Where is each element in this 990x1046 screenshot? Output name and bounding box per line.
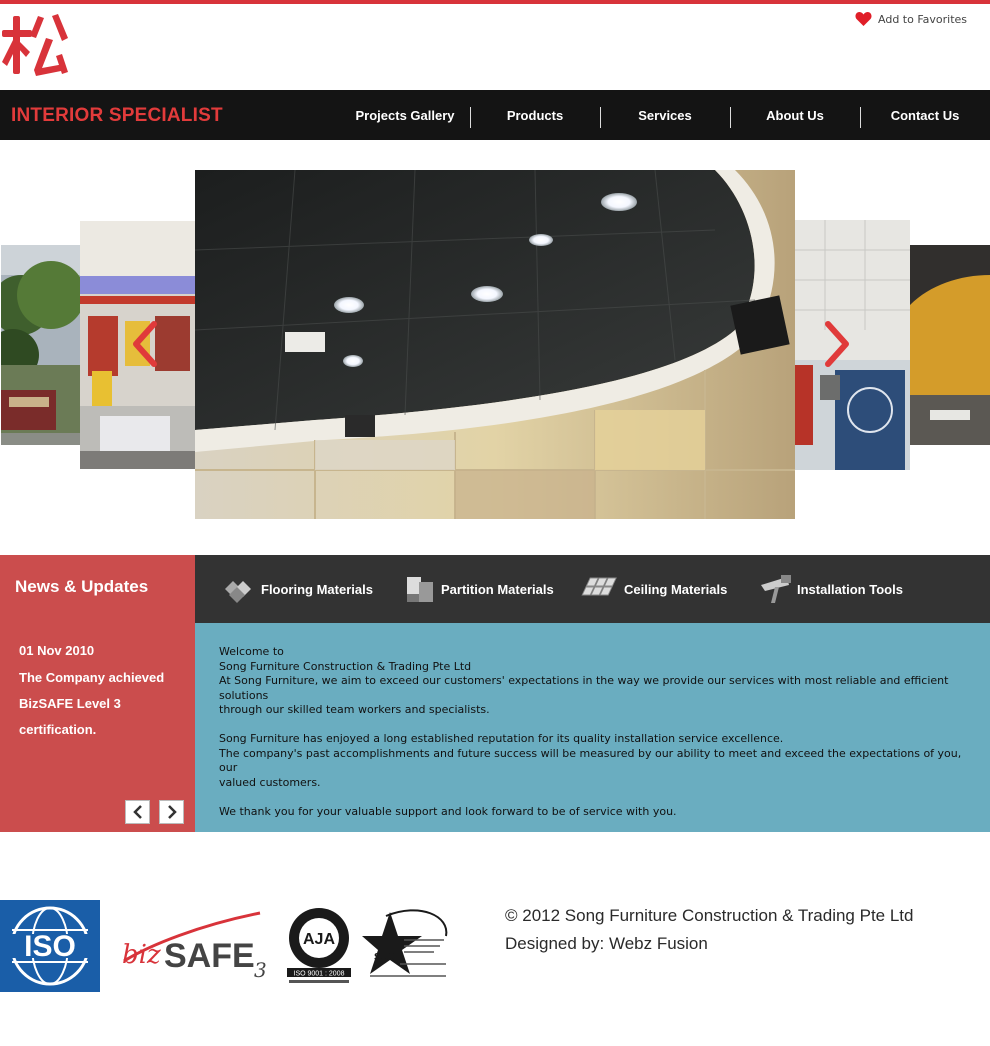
welcome-text: Welcome to Song Furniture Construction &… [219, 645, 964, 819]
designer-credit[interactable]: Designed by: Webz Fusion [505, 930, 913, 958]
chevron-right-icon [167, 805, 177, 819]
product-category-bar: Flooring Materials Partition Materials C… [195, 555, 990, 623]
bizsafe-logo: biz SAFE 3 [122, 911, 267, 980]
nav-products[interactable]: Products [470, 90, 600, 140]
nav-contact-us[interactable]: Contact Us [860, 90, 990, 140]
news-date: 01 Nov 2010 [19, 643, 95, 658]
category-flooring-label: Flooring Materials [261, 581, 373, 597]
welcome-paragraph: Song Furniture has enjoyed a long establ… [219, 732, 784, 745]
nav-divider [470, 107, 471, 128]
welcome-paragraph: We thank you for your valuable support a… [219, 804, 677, 818]
category-tools-label: Installation Tools [797, 581, 903, 597]
tools-icon [761, 575, 791, 603]
category-partition-label: Partition Materials [441, 581, 554, 597]
nav-divider [600, 107, 601, 128]
project-image-carousel [0, 160, 990, 530]
news-header: News & Updates [0, 555, 195, 623]
iso-logo-text: ISO [24, 930, 76, 963]
welcome-line: Welcome to [219, 645, 284, 658]
carousel-slide-outdoor[interactable] [1, 245, 81, 445]
flooring-icon [225, 581, 251, 603]
company-logo[interactable] [0, 12, 70, 78]
welcome-paragraph: The company's past accomplishments and f… [219, 746, 962, 789]
main-navbar: INTERIOR SPECIALIST Projects Gallery Pro… [0, 90, 990, 140]
svg-text:biz: biz [122, 940, 161, 970]
bizsafe-level: 3 [254, 958, 267, 980]
welcome-paragraph: At Song Furniture, we aim to exceed our … [219, 674, 949, 716]
welcome-panel: Welcome to Song Furniture Construction &… [195, 623, 990, 832]
nav-projects-gallery[interactable]: Projects Gallery [340, 90, 470, 140]
welcome-company-name: Song Furniture Construction & Trading Pt… [219, 659, 472, 673]
carousel-slide-yellow[interactable] [910, 245, 990, 445]
nav-about-us[interactable]: About Us [730, 90, 860, 140]
category-tools[interactable]: Installation Tools [757, 555, 903, 623]
partition-icon [407, 577, 433, 602]
add-to-favorites-link[interactable]: Add to Favorites [855, 10, 967, 28]
ceiling-icon [581, 577, 617, 596]
chevron-left-icon [132, 805, 142, 819]
news-prev-button[interactable] [125, 800, 150, 824]
sac-accreditation-logo: SAC [362, 909, 448, 977]
nav-divider [860, 107, 861, 128]
sac-logo-text: SAC [374, 952, 395, 963]
aja-logo-text: AJA [303, 931, 335, 948]
nav-divider [730, 107, 731, 128]
footer-text: © 2012 Song Furniture Construction & Tra… [505, 902, 913, 958]
category-partition[interactable]: Partition Materials [405, 555, 554, 623]
carousel-slide-main[interactable] [195, 170, 795, 519]
news-title: News & Updates [15, 577, 149, 596]
aja-standard-text: ISO 9001 : 2008 [294, 971, 345, 978]
category-ceiling-label: Ceiling Materials [624, 581, 728, 597]
site-tagline: INTERIOR SPECIALIST [11, 105, 223, 126]
svg-text:SAFE: SAFE [164, 937, 255, 975]
news-panel: 01 Nov 2010 The Company achieved BizSAFE… [0, 623, 195, 832]
iso-certification-logo: ISO [0, 900, 100, 992]
carousel-next-button[interactable] [822, 320, 852, 368]
news-next-button[interactable] [159, 800, 184, 824]
top-accent-rule [0, 0, 990, 4]
carousel-prev-button[interactable] [130, 320, 160, 368]
favorites-label: Add to Favorites [878, 12, 968, 26]
heart-icon [855, 11, 872, 26]
carousel-slide-office[interactable] [795, 220, 910, 470]
news-text: The Company achieved BizSAFE Level 3 cer… [19, 670, 165, 737]
nav-services[interactable]: Services [600, 90, 730, 140]
aja-certification-logo: AJA ISO 9001 : 2008 [287, 908, 351, 983]
category-ceiling[interactable]: Ceiling Materials [580, 555, 727, 623]
copyright-text: © 2012 Song Furniture Construction & Tra… [505, 906, 914, 925]
category-flooring[interactable]: Flooring Materials [221, 555, 373, 623]
